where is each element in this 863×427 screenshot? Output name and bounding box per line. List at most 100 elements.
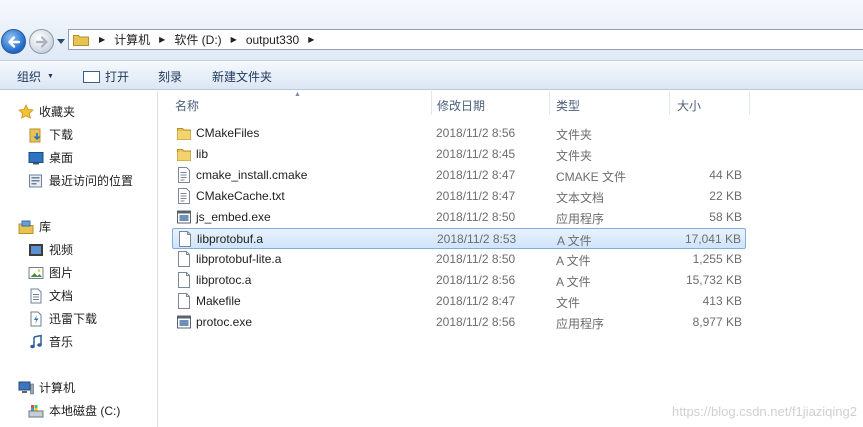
column-header-size[interactable]: 大小 [661,91,741,115]
nav-item-thunder-downloads[interactable]: 迅雷下载 [28,310,97,327]
file-row[interactable]: libprotobuf.a 2018/11/2 8:53 A 文件 17,041 KB [172,228,746,249]
nav-item-videos[interactable]: 视频 [28,241,73,258]
exe-icon [177,315,191,329]
file-name: libprotobuf-lite.a [196,252,282,266]
column-header-name[interactable]: 名称 [159,91,417,115]
navigation-pane: 收藏夹 下载 桌面 最近访问的位置 库 视频 图片 文档 迅雷下载 音乐 计算机… [0,91,158,427]
arrow-left-icon [8,36,21,48]
file-name: libprotoc.a [196,273,252,287]
nav-downloads-label: 下载 [49,128,74,142]
video-icon [29,243,43,256]
breadcrumb-computer[interactable]: 计算机 [114,31,150,48]
file-name: CMakeCache.txt [196,189,285,203]
nav-group-libraries[interactable]: 库 [18,218,51,235]
file-modified-date: 2018/11/2 8:56 [436,273,516,287]
file-icon [178,251,190,267]
nav-group-favorites[interactable]: 收藏夹 [18,103,75,120]
file-size: 8,977 KB [692,315,742,329]
nav-favorites-label: 收藏夹 [39,105,76,119]
file-row[interactable]: Makefile 2018/11/2 8:47 文件 413 KB [172,291,746,312]
column-divider[interactable] [749,91,750,115]
folder-icon [73,35,89,46]
music-icon [30,334,42,348]
file-type: 应用程序 [556,212,605,226]
chevron-right-icon[interactable]: ▶ [308,35,314,44]
file-list: ▲ 名称 修改日期 类型 大小 CMakeFiles 2018/11/2 8:56… [159,91,863,427]
nav-item-music[interactable]: 音乐 [28,333,73,350]
documents-icon [30,288,42,303]
chevron-right-icon[interactable]: ▶ [159,35,165,44]
file-size: 15,732 KB [685,273,742,287]
open-button[interactable]: 打开 [83,68,129,85]
file-type: 文件 [556,296,581,310]
file-size: 17,041 KB [684,232,741,246]
nav-item-pictures[interactable]: 图片 [28,264,73,281]
file-icon [179,231,191,247]
file-modified-date: 2018/11/2 8:56 [436,315,516,329]
breadcrumb-drive-d[interactable]: 软件 (D:) [174,31,221,48]
new-folder-label: 新建文件夹 [212,70,273,84]
file-modified-date: 2018/11/2 8:56 [436,126,516,140]
file-modified-date: 2018/11/2 8:47 [436,189,516,203]
file-name: cmake_install.cmake [196,168,308,182]
file-row[interactable]: libprotoc.a 2018/11/2 8:56 A 文件 15,732 KB [172,270,746,291]
chevron-right-icon[interactable]: ▶ [99,35,105,44]
file-row[interactable]: libprotobuf-lite.a 2018/11/2 8:50 A 文件 1,25… [172,249,746,270]
text-file-icon [178,167,190,183]
caret-down-icon: ▼ [47,73,54,80]
burn-button[interactable]: 刻录 [158,68,182,85]
file-row[interactable]: lib 2018/11/2 8:45 文件夹 [172,144,746,165]
file-row[interactable]: js_embed.exe 2018/11/2 8:50 应用程序 58 KB [172,207,746,228]
burn-label: 刻录 [158,70,183,84]
exe-icon [177,210,191,224]
star-icon [18,103,34,119]
organize-button[interactable]: 组织 ▼ [17,68,54,85]
file-type: CMAKE 文件 [556,170,627,184]
window-icon [83,70,100,83]
folder-icon [177,149,191,161]
folder-icon [177,128,191,140]
nav-item-downloads[interactable]: 下载 [28,126,73,143]
computer-icon [18,381,34,394]
nav-item-documents[interactable]: 文档 [28,287,73,304]
file-row[interactable]: CMakeFiles 2018/11/2 8:56 文件夹 [172,123,746,144]
file-modified-date: 2018/11/2 8:50 [436,210,516,224]
nav-videos-label: 视频 [49,243,74,257]
nav-item-local-disk-c[interactable]: 本地磁盘 (C:) [28,402,120,419]
column-header-type[interactable]: 类型 [540,91,660,115]
file-size: 44 KB [709,168,742,182]
file-size: 1,255 KB [692,252,742,266]
address-bar: ▶ 计算机 ▶ 软件 (D:) ▶ output330 ▶ [0,0,863,60]
nav-computer-label: 计算机 [39,381,76,395]
recent-pages-dropdown-icon[interactable] [56,36,66,46]
file-icon [178,272,190,288]
breadcrumb-output330[interactable]: output330 [246,33,299,47]
nav-thunder-label: 迅雷下载 [49,312,98,326]
arrow-right-icon [35,36,48,48]
nav-desktop-label: 桌面 [49,151,74,165]
file-size: 58 KB [709,210,742,224]
nav-group-computer[interactable]: 计算机 [18,379,75,396]
library-icon [18,220,34,234]
file-type: 文件夹 [556,149,593,163]
nav-item-desktop[interactable]: 桌面 [28,149,73,166]
organize-label: 组织 [17,70,42,84]
chevron-right-icon[interactable]: ▶ [231,35,237,44]
nav-documents-label: 文档 [49,289,74,303]
nav-item-recent-places[interactable]: 最近访问的位置 [28,172,133,189]
file-row[interactable]: protoc.exe 2018/11/2 8:56 应用程序 8,977 KB [172,312,746,333]
nav-music-label: 音乐 [49,335,74,349]
thunder-downloads-icon [30,311,42,326]
file-name: libprotobuf.a [197,232,264,246]
back-button[interactable] [1,29,26,54]
file-type: 应用程序 [556,317,605,331]
new-folder-button[interactable]: 新建文件夹 [212,68,272,85]
pictures-icon [28,266,44,279]
file-row[interactable]: cmake_install.cmake 2018/11/2 8:47 CMAKE 文… [172,165,746,186]
file-row[interactable]: CMakeCache.txt 2018/11/2 8:47 文本文档 22 KB [172,186,746,207]
forward-button[interactable] [29,29,54,54]
file-type: 文本文档 [556,191,605,205]
column-header-date[interactable]: 修改日期 [421,91,541,115]
system-drive-icon [28,404,44,417]
address-field[interactable]: ▶ 计算机 ▶ 软件 (D:) ▶ output330 ▶ [68,29,863,50]
